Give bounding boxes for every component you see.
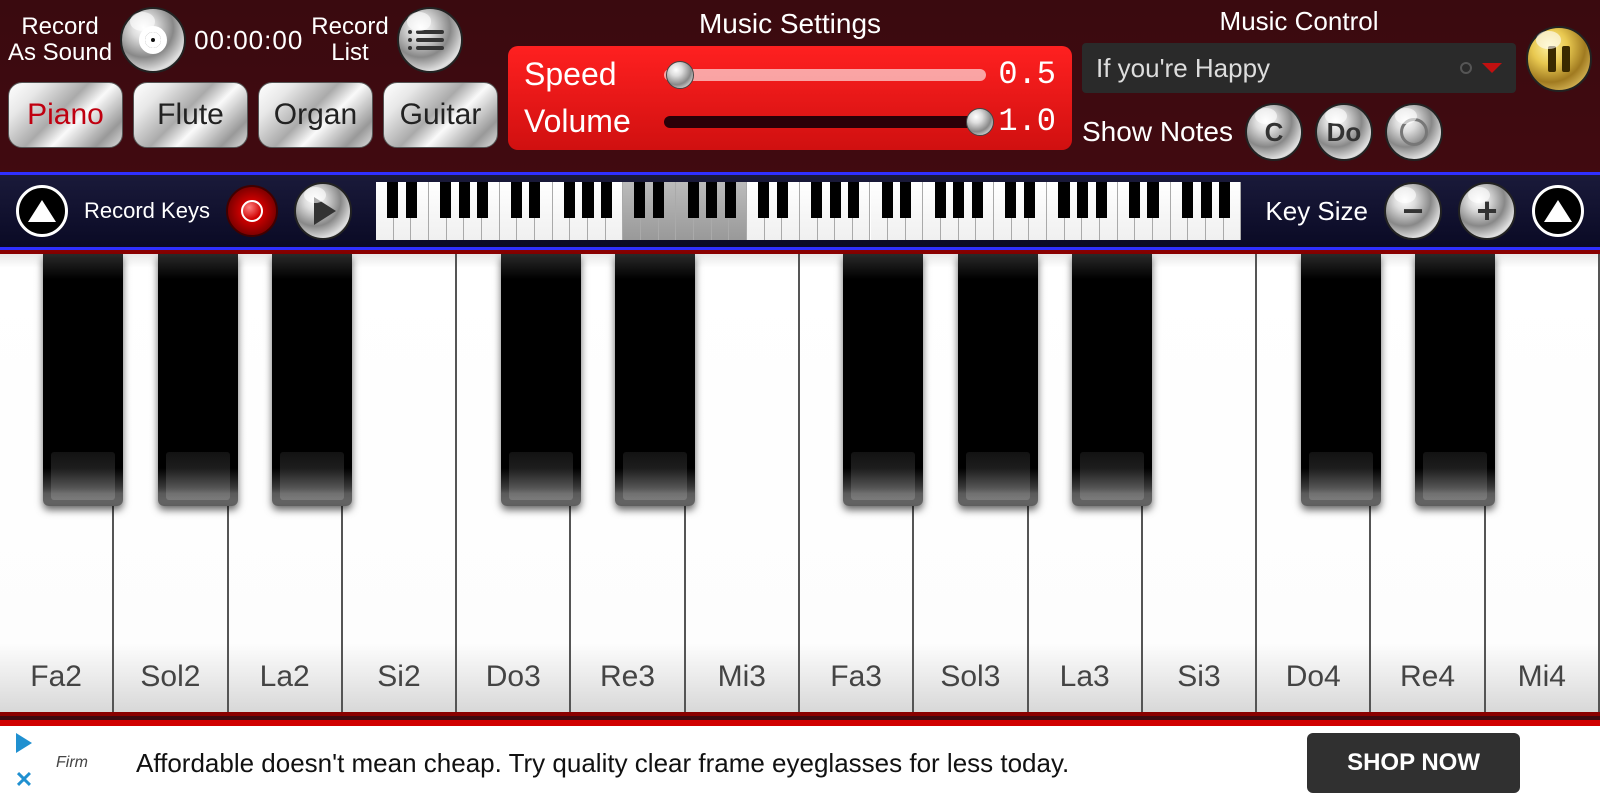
mini-octave[interactable]	[871, 182, 995, 240]
black-key[interactable]	[158, 254, 238, 506]
song-dropdown[interactable]: If you're Happy	[1082, 43, 1516, 93]
volume-label: Volume	[524, 103, 654, 140]
octave-up-right[interactable]	[1532, 185, 1584, 237]
piano-keyboard: Fa2Sol2La2Si2Do3Re3Mi3Fa3Sol3La3Si3Do4Re…	[0, 250, 1600, 716]
volume-value: 1.0	[996, 103, 1056, 140]
record-as-sound-label: Record As Sound	[8, 14, 112, 67]
pause-button[interactable]	[1526, 26, 1592, 92]
music-control-title: Music Control	[1082, 6, 1516, 37]
keyboard-control-bar: Record Keys Key Size − +	[0, 172, 1600, 250]
note-mode-letter[interactable]: C	[1245, 103, 1303, 161]
speed-label: Speed	[524, 56, 654, 93]
record-timer: 00:00:00	[194, 25, 303, 56]
play-icon	[314, 197, 336, 225]
record-sound-button[interactable]	[120, 7, 186, 73]
ad-play-icon[interactable]	[16, 733, 32, 753]
record-row: Record As Sound 00:00:00 Record List	[8, 4, 498, 76]
song-name: If you're Happy	[1096, 53, 1450, 84]
music-settings-title: Music Settings	[498, 8, 1082, 40]
mini-octave[interactable]	[376, 182, 500, 240]
black-key[interactable]	[1301, 254, 1381, 506]
key-size-label: Key Size	[1265, 196, 1368, 227]
black-key[interactable]	[958, 254, 1038, 506]
ad-banner: ✕ Firm Affordable doesn't mean cheap. Tr…	[0, 720, 1600, 800]
black-key[interactable]	[1415, 254, 1495, 506]
top-bar: Record As Sound 00:00:00 Record List Pia…	[0, 0, 1600, 172]
instrument-flute[interactable]: Flute	[133, 82, 248, 148]
music-control-section: Music Control If you're Happy Show Notes…	[1082, 4, 1592, 168]
key-size-plus[interactable]: +	[1458, 182, 1516, 240]
record-icon	[139, 26, 167, 54]
ad-cta-button[interactable]: SHOP NOW	[1307, 733, 1520, 793]
minus-icon: −	[1402, 190, 1423, 232]
speed-knob[interactable]	[666, 61, 694, 89]
mini-keyboard[interactable]	[376, 182, 1241, 240]
instrument-organ[interactable]: Organ	[258, 82, 373, 148]
black-key[interactable]	[615, 254, 695, 506]
triangle-up-icon	[28, 200, 56, 222]
ad-controls: ✕	[0, 726, 48, 800]
white-key-Mi3[interactable]: Mi3	[686, 254, 800, 712]
instrument-piano[interactable]: Piano	[8, 82, 123, 148]
circle-icon	[1400, 118, 1428, 146]
ad-close-icon[interactable]: ✕	[15, 767, 33, 793]
note-mode-solfege[interactable]: Do	[1315, 103, 1373, 161]
speed-value: 0.5	[996, 56, 1056, 93]
mini-octave[interactable]	[623, 182, 747, 240]
mini-octave[interactable]	[994, 182, 1118, 240]
show-notes-row: Show Notes C Do	[1082, 103, 1592, 161]
key-size-minus[interactable]: −	[1384, 182, 1442, 240]
record-keys-label: Record Keys	[84, 198, 210, 224]
white-key-Mi4[interactable]: Mi4	[1486, 254, 1600, 712]
plus-icon: +	[1476, 190, 1497, 232]
black-key[interactable]	[272, 254, 352, 506]
instrument-row: Piano Flute Organ Guitar	[8, 82, 498, 148]
speed-row: Speed 0.5	[524, 56, 1056, 93]
volume-row: Volume 1.0	[524, 103, 1056, 140]
record-dot-icon	[241, 200, 263, 222]
triangle-up-icon	[1544, 200, 1572, 222]
record-keys-button[interactable]	[226, 185, 278, 237]
volume-slider[interactable]	[664, 116, 986, 128]
volume-knob[interactable]	[966, 108, 994, 136]
settings-panel: Speed 0.5 Volume 1.0	[508, 46, 1072, 150]
black-key[interactable]	[843, 254, 923, 506]
black-key[interactable]	[1072, 254, 1152, 506]
loop-icon	[1460, 62, 1472, 74]
instrument-guitar[interactable]: Guitar	[383, 82, 498, 148]
ad-text: Affordable doesn't mean cheap. Try quali…	[136, 747, 1307, 780]
note-mode-none[interactable]	[1385, 103, 1443, 161]
white-key-Si2[interactable]: Si2	[343, 254, 457, 712]
ad-logo: Firm	[56, 754, 128, 772]
white-key-Si3[interactable]: Si3	[1143, 254, 1257, 712]
black-key[interactable]	[43, 254, 123, 506]
mini-octave[interactable]	[747, 182, 871, 240]
black-key[interactable]	[501, 254, 581, 506]
pause-icon	[1548, 46, 1570, 72]
music-settings-section: Music Settings Speed 0.5 Volume 1.0	[498, 4, 1082, 168]
record-list-button[interactable]	[397, 7, 463, 73]
octave-up-left[interactable]	[16, 185, 68, 237]
record-list-label: Record List	[311, 14, 388, 67]
show-notes-label: Show Notes	[1082, 116, 1233, 148]
mini-octave[interactable]	[1118, 182, 1242, 240]
record-instruments-section: Record As Sound 00:00:00 Record List Pia…	[8, 4, 498, 168]
list-icon	[416, 30, 444, 50]
play-keys-button[interactable]	[294, 182, 352, 240]
chevron-down-icon	[1482, 63, 1502, 73]
speed-slider[interactable]	[664, 69, 986, 81]
mini-octave[interactable]	[500, 182, 624, 240]
